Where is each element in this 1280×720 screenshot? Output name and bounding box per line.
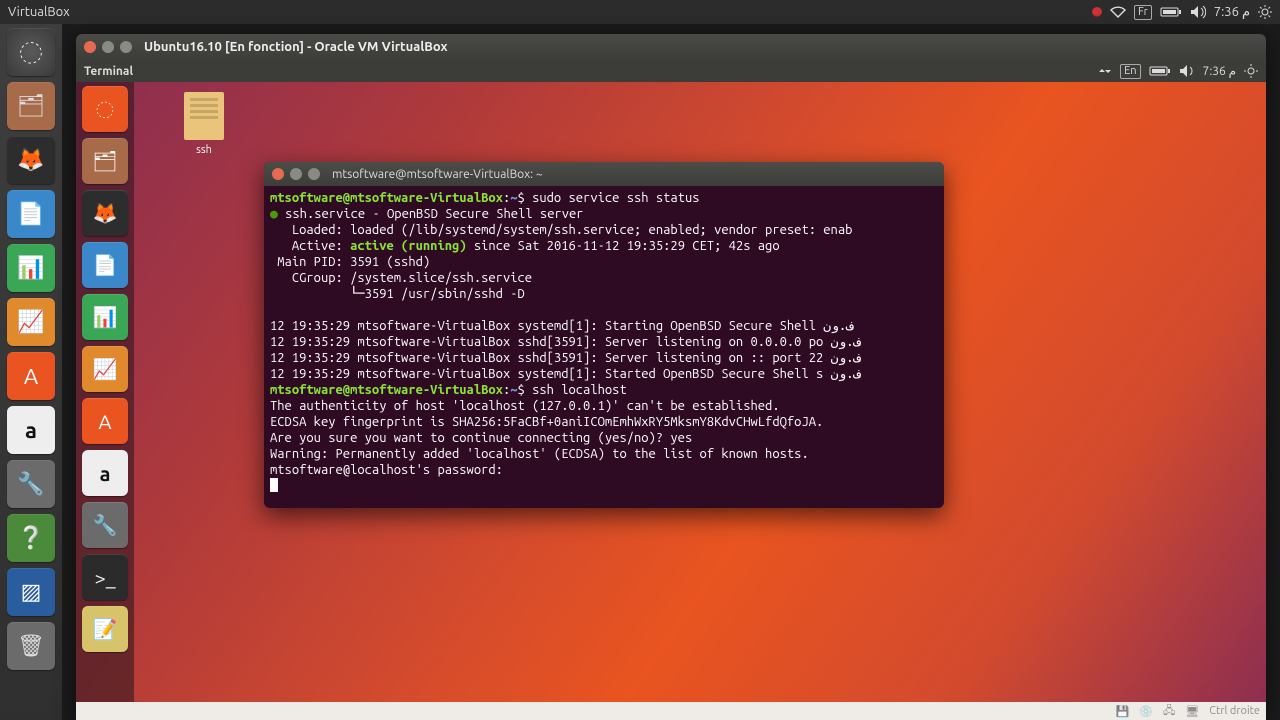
terminal-body[interactable]: mtsoftware@mtsoftware-VirtualBox:~$ sudo… bbox=[264, 186, 944, 508]
guest-battery-icon[interactable] bbox=[1149, 65, 1171, 77]
terminal-title: mtsoftware@mtsoftware-VirtualBox: ~ bbox=[332, 168, 543, 181]
launcher-software-icon[interactable]: A bbox=[7, 352, 55, 400]
desktop-file-label: ssh bbox=[180, 144, 228, 156]
close-icon[interactable] bbox=[84, 41, 96, 53]
desktop-file-ssh[interactable]: ssh bbox=[180, 92, 228, 156]
guest-keyboard-indicator[interactable]: En bbox=[1120, 64, 1140, 79]
launcher-impress-icon[interactable]: 📈 bbox=[7, 298, 55, 346]
host-time[interactable]: 7:36 م bbox=[1214, 5, 1250, 20]
guest-terminal-icon[interactable]: >_ bbox=[82, 554, 128, 600]
status-host-key: Ctrl droite bbox=[1209, 705, 1260, 717]
status-icon: 🖥 bbox=[1185, 705, 1199, 718]
guest-files-icon[interactable]: 🗂 bbox=[82, 138, 128, 184]
guest-settings-icon[interactable]: 🔧 bbox=[82, 502, 128, 548]
vm-window-titlebar[interactable]: Ubuntu16.10 [En fonction] - Oracle VM Vi… bbox=[76, 34, 1266, 60]
host-desktop: Ubuntu16.10 [En fonction] - Oracle VM Vi… bbox=[62, 24, 1280, 720]
launcher-dash-icon[interactable]: ◌ bbox=[7, 28, 55, 76]
guest-impress-icon[interactable]: 📈 bbox=[82, 346, 128, 392]
terminal-titlebar[interactable]: mtsoftware@mtsoftware-VirtualBox: ~ bbox=[264, 162, 944, 186]
gear-icon[interactable] bbox=[1258, 5, 1272, 19]
host-top-panel: VirtualBox Fr 7:36 م bbox=[0, 0, 1280, 24]
host-launcher: ◌ 🗂 🦊 📄 📊 📈 A a 🔧 ❔ ▨ 🗑 bbox=[0, 24, 63, 720]
maximize-icon[interactable] bbox=[120, 41, 132, 53]
terminal-cursor bbox=[270, 478, 278, 492]
guest-writer-icon[interactable]: 📄 bbox=[82, 242, 128, 288]
guest-launcher: ◌ 🗂 🦊 📄 📊 📈 A a 🔧 >_ 📝 bbox=[76, 82, 134, 720]
guest-gear-icon[interactable] bbox=[1244, 64, 1258, 78]
guest-time[interactable]: 7:36 م bbox=[1203, 64, 1236, 78]
vm-window: Ubuntu16.10 [En fonction] - Oracle VM Vi… bbox=[76, 34, 1266, 720]
app-title: VirtualBox bbox=[8, 5, 70, 19]
record-icon[interactable] bbox=[1092, 7, 1102, 17]
battery-icon[interactable] bbox=[1160, 6, 1182, 18]
launcher-files-icon[interactable]: 🗂 bbox=[7, 82, 55, 130]
status-icon: 💾 bbox=[1116, 705, 1130, 718]
guest-active-app[interactable]: Terminal bbox=[84, 65, 133, 78]
volume-icon[interactable] bbox=[1190, 5, 1206, 19]
guest-gedit-icon[interactable]: 📝 bbox=[82, 606, 128, 652]
launcher-virtualbox-icon[interactable]: ▨ bbox=[7, 568, 55, 616]
minimize-icon[interactable] bbox=[102, 41, 114, 53]
guest-desktop[interactable]: ◌ 🗂 🦊 📄 📊 📈 A a 🔧 >_ 📝 ssh bbox=[76, 82, 1266, 720]
vm-window-title: Ubuntu16.10 [En fonction] - Oracle VM Vi… bbox=[144, 40, 448, 54]
guest-top-panel: Terminal En 7:36 م bbox=[76, 60, 1266, 82]
guest-dash-icon[interactable]: ◌ bbox=[82, 86, 128, 132]
launcher-calc-icon[interactable]: 📊 bbox=[7, 244, 55, 292]
guest-volume-icon[interactable] bbox=[1179, 64, 1195, 78]
minimize-icon[interactable] bbox=[290, 168, 302, 180]
launcher-trash-icon[interactable]: 🗑 bbox=[7, 622, 55, 670]
keyboard-layout-indicator[interactable]: Fr bbox=[1134, 5, 1152, 20]
guest-amazon-icon[interactable]: a bbox=[82, 450, 128, 496]
guest-calc-icon[interactable]: 📊 bbox=[82, 294, 128, 340]
launcher-writer-icon[interactable]: 📄 bbox=[7, 190, 55, 238]
wifi-icon[interactable] bbox=[1110, 6, 1126, 18]
vm-statusbar: 💾 💿 🖧 🖥 Ctrl droite bbox=[76, 702, 1266, 720]
guest-software-icon[interactable]: A bbox=[82, 398, 128, 444]
maximize-icon[interactable] bbox=[308, 168, 320, 180]
launcher-firefox-icon[interactable]: 🦊 bbox=[7, 136, 55, 184]
status-icon: 🖧 bbox=[1163, 702, 1175, 720]
guest-firefox-icon[interactable]: 🦊 bbox=[82, 190, 128, 236]
updown-icon[interactable] bbox=[1098, 65, 1112, 77]
terminal-window: mtsoftware@mtsoftware-VirtualBox: ~ mtso… bbox=[264, 162, 944, 508]
close-icon[interactable] bbox=[272, 168, 284, 180]
launcher-help-icon[interactable]: ❔ bbox=[7, 514, 55, 562]
status-icon: 💿 bbox=[1139, 705, 1153, 718]
launcher-amazon-icon[interactable]: a bbox=[7, 406, 55, 454]
file-icon bbox=[184, 92, 224, 140]
launcher-settings-icon[interactable]: 🔧 bbox=[7, 460, 55, 508]
